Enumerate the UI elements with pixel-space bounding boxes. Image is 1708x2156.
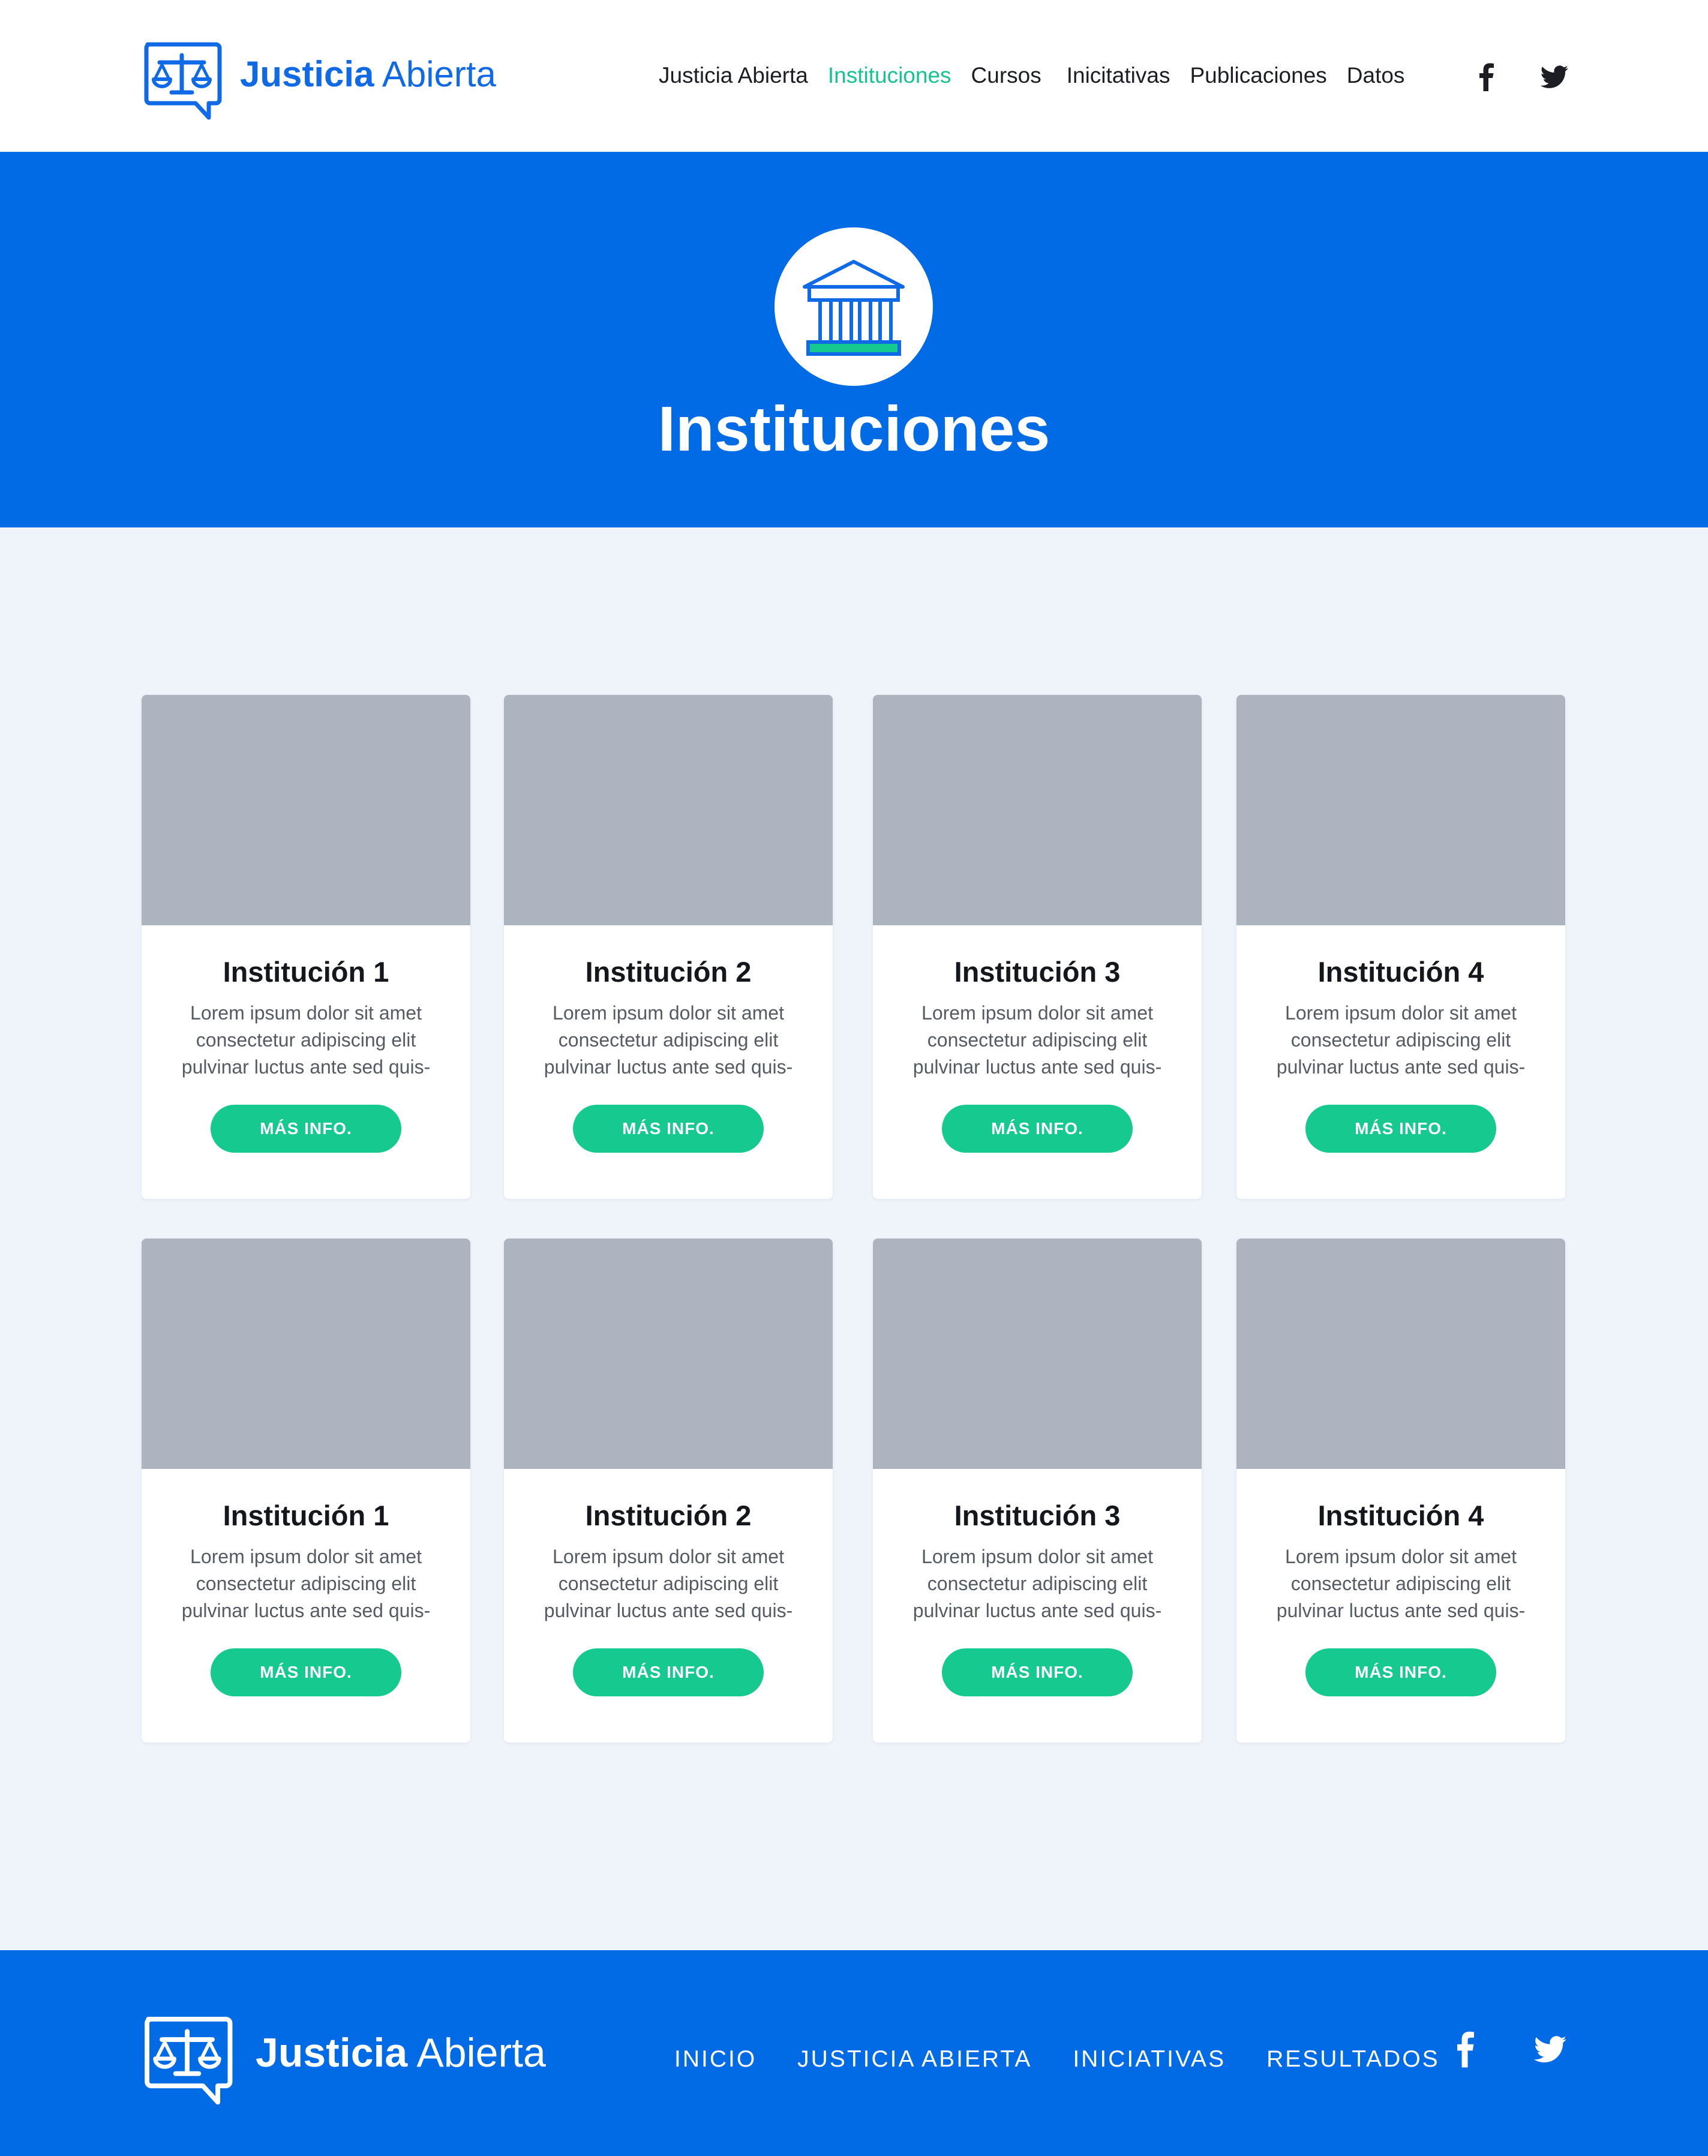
header-social-links (1469, 59, 1572, 95)
card-description: Lorem ipsum dolor sit amet consectetur a… (544, 1545, 793, 1621)
more-info-button[interactable]: MÁS INFO. (1305, 1648, 1496, 1696)
footer-brand-wordmark-bold: Justicia (256, 2030, 408, 2076)
institution-card: Institución 2 Lorem ipsum dolor sit amet… (504, 695, 833, 1199)
scales-chat-icon (145, 2016, 233, 2105)
institution-card: Institución 4 Lorem ipsum dolor sit amet… (1236, 1239, 1565, 1743)
card-title: Institución 2 (585, 1500, 752, 1531)
page-title: Instituciones (658, 394, 1050, 464)
more-info-button[interactable]: MÁS INFO. (573, 1648, 764, 1696)
footer-nav-iniciativas[interactable]: INICIATIVAS (1073, 2046, 1226, 2073)
more-info-button[interactable]: MÁS INFO. (211, 1648, 401, 1696)
nav-item-cursos[interactable]: Cursos (971, 63, 1041, 88)
twitter-icon[interactable] (1536, 59, 1572, 95)
card-title: Institución 3 (954, 956, 1121, 988)
footer-brand-wordmark-light: Abierta (416, 2030, 546, 2076)
hero-icon-circle (775, 227, 933, 386)
nav-item-instituciones[interactable]: Instituciones (828, 63, 951, 88)
institution-card: Institución 3 Lorem ipsum dolor sit amet… (873, 695, 1202, 1199)
brand-logo-link[interactable]: Justicia Abierta (142, 40, 496, 121)
card-description: Lorem ipsum dolor sit amet consectetur a… (181, 1001, 431, 1078)
institution-card: Institución 1 Lorem ipsum dolor sit amet… (142, 1239, 470, 1743)
card-description: Lorem ipsum dolor sit amet consectetur a… (912, 1545, 1162, 1621)
card-image-placeholder (873, 695, 1202, 925)
card-title: Institución 2 (585, 956, 752, 988)
more-info-button[interactable]: MÁS INFO. (942, 1648, 1133, 1696)
footer-nav-justicia-abierta[interactable]: JUSTICIA ABIERTA (797, 2046, 1032, 2073)
card-title: Institución 4 (1317, 956, 1484, 988)
card-image-placeholder (1236, 695, 1565, 925)
card-description: Lorem ipsum dolor sit amet consectetur a… (544, 1001, 793, 1078)
site-header: Justicia Abierta Justicia Abierta Instit… (0, 0, 1708, 152)
site-footer: Justicia Abierta INICIO JUSTICIA ABIERTA… (0, 1950, 1708, 2156)
hero-banner: Instituciones (0, 152, 1708, 527)
card-description: Lorem ipsum dolor sit amet consectetur a… (1276, 1545, 1526, 1621)
more-info-button[interactable]: MÁS INFO. (942, 1104, 1133, 1153)
nav-item-inicitativas[interactable]: Inicitativas (1067, 63, 1170, 88)
card-image-placeholder (873, 1239, 1202, 1469)
card-image-placeholder (1236, 1239, 1565, 1469)
scales-chat-icon (144, 42, 222, 120)
facebook-icon[interactable] (1469, 59, 1505, 95)
institution-building-icon (803, 260, 905, 356)
more-info-button[interactable]: MÁS INFO. (211, 1104, 401, 1153)
card-image-placeholder (504, 695, 833, 925)
main-nav: Justicia Abierta Instituciones Cursos In… (659, 58, 1424, 94)
facebook-icon[interactable] (1445, 2028, 1487, 2070)
footer-social-links (1445, 2028, 1571, 2070)
card-description: Lorem ipsum dolor sit amet consectetur a… (181, 1545, 431, 1621)
nav-item-datos[interactable]: Datos (1347, 63, 1405, 88)
nav-item-justicia-abierta[interactable]: Justicia Abierta (659, 63, 808, 88)
twitter-icon[interactable] (1529, 2028, 1571, 2070)
footer-nav-resultados[interactable]: RESULTADOS (1266, 2046, 1440, 2073)
card-description: Lorem ipsum dolor sit amet consectetur a… (912, 1001, 1162, 1078)
card-image-placeholder (504, 1239, 833, 1469)
more-info-button[interactable]: MÁS INFO. (573, 1104, 764, 1153)
card-description: Lorem ipsum dolor sit amet consectetur a… (1276, 1001, 1526, 1078)
footer-nav: INICIO JUSTICIA ABIERTA INICIATIVAS RESU… (674, 2046, 1440, 2073)
institution-card: Institución 4 Lorem ipsum dolor sit amet… (1236, 695, 1565, 1199)
card-title: Institución 1 (223, 1500, 389, 1531)
institution-card: Institución 1 Lorem ipsum dolor sit amet… (142, 695, 470, 1199)
card-title: Institución 4 (1317, 1500, 1484, 1531)
footer-brand-logo-link[interactable]: Justicia Abierta (142, 2013, 546, 2107)
card-title: Institución 1 (223, 956, 389, 988)
card-image-placeholder (142, 695, 470, 925)
more-info-button[interactable]: MÁS INFO. (1305, 1104, 1496, 1153)
brand-wordmark-bold: Justicia (240, 54, 374, 94)
footer-brand-wordmark: Justicia Abierta (256, 2032, 546, 2073)
institution-card: Institución 3 Lorem ipsum dolor sit amet… (873, 1239, 1202, 1743)
card-title: Institución 3 (954, 1500, 1121, 1531)
card-image-placeholder (142, 1239, 470, 1469)
brand-wordmark-light: Abierta (382, 54, 496, 94)
footer-nav-inicio[interactable]: INICIO (674, 2046, 757, 2073)
institution-card: Institución 2 Lorem ipsum dolor sit amet… (504, 1239, 833, 1743)
brand-wordmark: Justicia Abierta (240, 56, 496, 92)
nav-item-publicaciones[interactable]: Publicaciones (1190, 63, 1326, 88)
